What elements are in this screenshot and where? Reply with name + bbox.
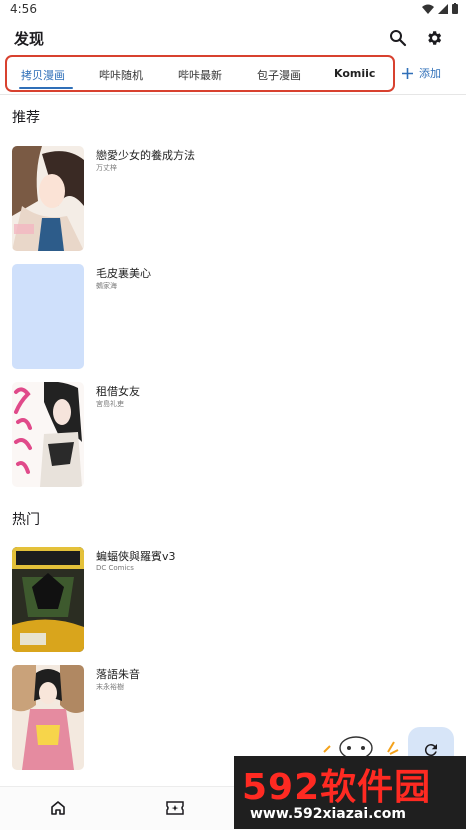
comic-cover (12, 547, 84, 652)
wifi-icon (422, 4, 434, 14)
tab-pica-latest[interactable]: 哔咔最新 (178, 67, 222, 83)
battery-icon (452, 3, 458, 14)
nav-home[interactable] (45, 797, 71, 819)
section-title-hot: 热门 (12, 512, 40, 528)
comic-author: 宮島礼吏 (96, 400, 124, 408)
watermark-url: www.592xiazai.com (250, 806, 406, 822)
comic-title: 落語朱音 (96, 668, 140, 681)
section-title-recommend: 推荐 (12, 110, 40, 126)
tab-pica-random[interactable]: 哔咔随机 (99, 67, 143, 83)
tab-baozi-manga[interactable]: 包子漫画 (257, 67, 301, 83)
status-icons (422, 3, 458, 14)
tab-copy-manga[interactable]: 拷贝漫画 (21, 67, 65, 83)
search-icon (390, 30, 407, 47)
comic-item[interactable]: 戀愛少女的養成方法 万丈梓 (12, 146, 452, 252)
divider (0, 94, 466, 95)
comic-author: DC Comics (96, 564, 134, 572)
active-tab-indicator (19, 87, 73, 89)
comic-cover (12, 382, 84, 487)
comic-author: 万丈梓 (96, 164, 117, 172)
watermark-text: 592软件园 (242, 767, 432, 808)
comic-item[interactable]: 蝙蝠俠與羅賓v3 DC Comics (12, 547, 452, 653)
tab-komiic[interactable]: Komiic (334, 67, 375, 80)
comic-cover (12, 146, 84, 251)
settings-gear-icon (428, 31, 442, 45)
add-source-button[interactable]: 添加 (402, 65, 441, 81)
add-source-label: 添加 (419, 67, 441, 80)
comic-item[interactable]: 毛皮裏美心 鵺家海 (12, 264, 452, 370)
comic-title: 戀愛少女的養成方法 (96, 149, 195, 162)
nav-explore[interactable] (162, 797, 188, 819)
status-time: 4:56 (10, 2, 37, 16)
ticket-icon (166, 801, 184, 815)
status-bar: 4:56 (0, 0, 466, 20)
comic-item[interactable]: 租借女友 宮島礼吏 (12, 382, 452, 488)
comic-cover-placeholder (12, 264, 84, 369)
comic-author: 鵺家海 (96, 282, 117, 290)
search-button[interactable] (386, 26, 410, 50)
page-title: 发现 (14, 30, 45, 48)
source-tab-bar: 拷贝漫画 哔咔随机 哔咔最新 包子漫画 Komiic (5, 55, 395, 92)
cellular-signal-icon (438, 3, 448, 14)
comic-title: 蝙蝠俠與羅賓v3 (96, 550, 176, 563)
watermark-banner: 592软件园 www.592xiazai.com (234, 756, 466, 829)
comic-title: 租借女友 (96, 385, 140, 398)
home-icon (51, 801, 65, 815)
comic-cover (12, 665, 84, 770)
comic-title: 毛皮裏美心 (96, 267, 151, 280)
comic-author: 末永裕樹 (96, 683, 124, 691)
settings-button[interactable] (422, 26, 446, 50)
app-bar: 发现 (0, 22, 466, 56)
plus-icon (402, 67, 413, 79)
